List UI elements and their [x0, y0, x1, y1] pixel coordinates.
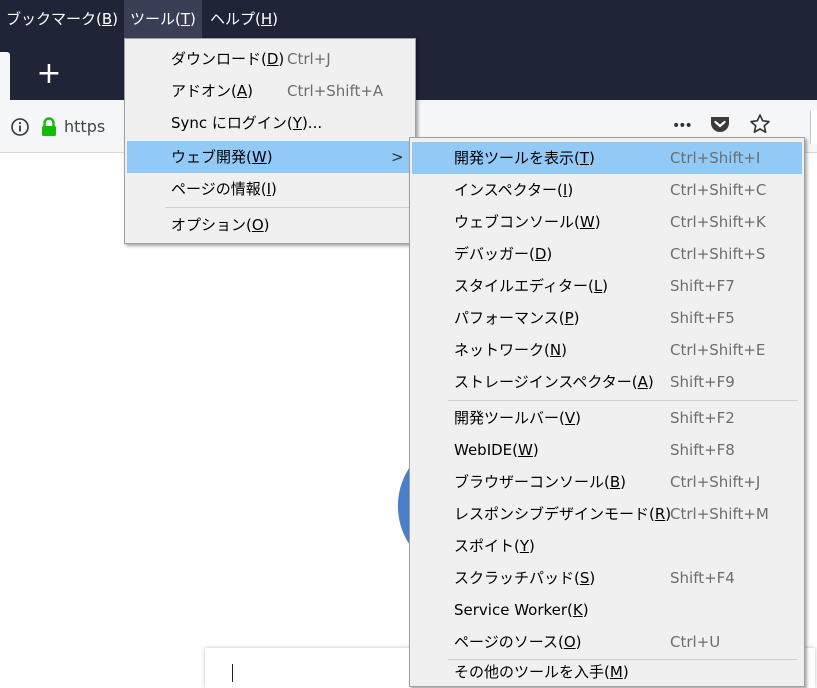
search-bar-edge[interactable] [810, 110, 817, 144]
menu-item-addons[interactable]: アドオン(A) Ctrl+Shift+A [127, 75, 413, 107]
tab-current[interactable] [0, 52, 10, 100]
menu-item-toggle-tools[interactable]: 開発ツールを表示(T) Ctrl+Shift+I [412, 142, 802, 174]
tools-menu: ダウンロード(D) Ctrl+J アドオン(A) Ctrl+Shift+A Sy… [124, 38, 416, 244]
page-actions: ••• [672, 112, 771, 140]
menu-item-debugger[interactable]: デバッガー(D) Ctrl+Shift+S [412, 238, 802, 270]
menu-item-style-editor[interactable]: スタイルエディター(L) Shift+F7 [412, 270, 802, 302]
submenu-arrow-icon: > [391, 148, 404, 166]
menu-bookmarks[interactable]: ブックマーク(B) [0, 0, 124, 38]
menu-item-downloads[interactable]: ダウンロード(D) Ctrl+J [127, 43, 413, 75]
menu-tools[interactable]: ツール(T) [124, 0, 202, 38]
web-developer-submenu: 開発ツールを表示(T) Ctrl+Shift+I インスペクター(I) Ctrl… [409, 137, 805, 687]
menu-item-webide[interactable]: WebIDE(W) Shift+F8 [412, 434, 802, 466]
menu-item-page-source[interactable]: ページのソース(O) Ctrl+U [412, 626, 802, 658]
pocket-icon[interactable] [709, 114, 731, 138]
menu-bar: ブックマーク(B) ツール(T) ヘルプ(H) [0, 0, 817, 38]
menu-item-options[interactable]: オプション(O) [127, 209, 413, 241]
bookmark-star-icon[interactable] [749, 113, 771, 139]
menu-item-network[interactable]: ネットワーク(N) Ctrl+Shift+E [412, 334, 802, 366]
menu-item-get-more-tools[interactable]: その他のツールを入手(M) [412, 656, 802, 688]
identity-box[interactable] [10, 116, 58, 138]
menu-help[interactable]: ヘルプ(H) [204, 0, 284, 38]
menu-item-developer-toolbar[interactable]: 開発ツールバー(V) Shift+F2 [412, 402, 802, 434]
menu-item-page-info[interactable]: ページの情報(I) [127, 173, 413, 205]
menu-item-browser-console[interactable]: ブラウザーコンソール(B) Ctrl+Shift+J [412, 466, 802, 498]
menu-item-web-console[interactable]: ウェブコンソール(W) Ctrl+Shift+K [412, 206, 802, 238]
info-icon[interactable] [10, 117, 30, 137]
menu-item-inspector[interactable]: インスペクター(I) Ctrl+Shift+C [412, 174, 802, 206]
menu-item-scratchpad[interactable]: スクラッチパッド(S) Shift+F4 [412, 562, 802, 594]
menu-item-web-developer[interactable]: ウェブ開発(W) > [127, 141, 413, 173]
menu-separator [448, 400, 798, 401]
lock-icon[interactable] [40, 117, 58, 137]
menu-item-sync-login[interactable]: Sync にログイン(Y)... [127, 107, 413, 139]
more-actions-icon[interactable]: ••• [672, 118, 693, 134]
text-caret [232, 664, 233, 682]
url-text[interactable]: https [64, 116, 105, 138]
menu-item-storage-inspector[interactable]: ストレージインスペクター(A) Shift+F9 [412, 366, 802, 398]
menu-item-eyedropper[interactable]: スポイト(Y) [412, 530, 802, 562]
menu-item-responsive-design-mode[interactable]: レスポンシブデザインモード(R) Ctrl+Shift+M [412, 498, 802, 530]
menu-separator [165, 207, 409, 208]
menu-item-service-worker[interactable]: Service Worker(K) [412, 594, 802, 626]
menu-item-performance[interactable]: パフォーマンス(P) Shift+F5 [412, 302, 802, 334]
new-tab-button[interactable]: + [26, 52, 72, 98]
